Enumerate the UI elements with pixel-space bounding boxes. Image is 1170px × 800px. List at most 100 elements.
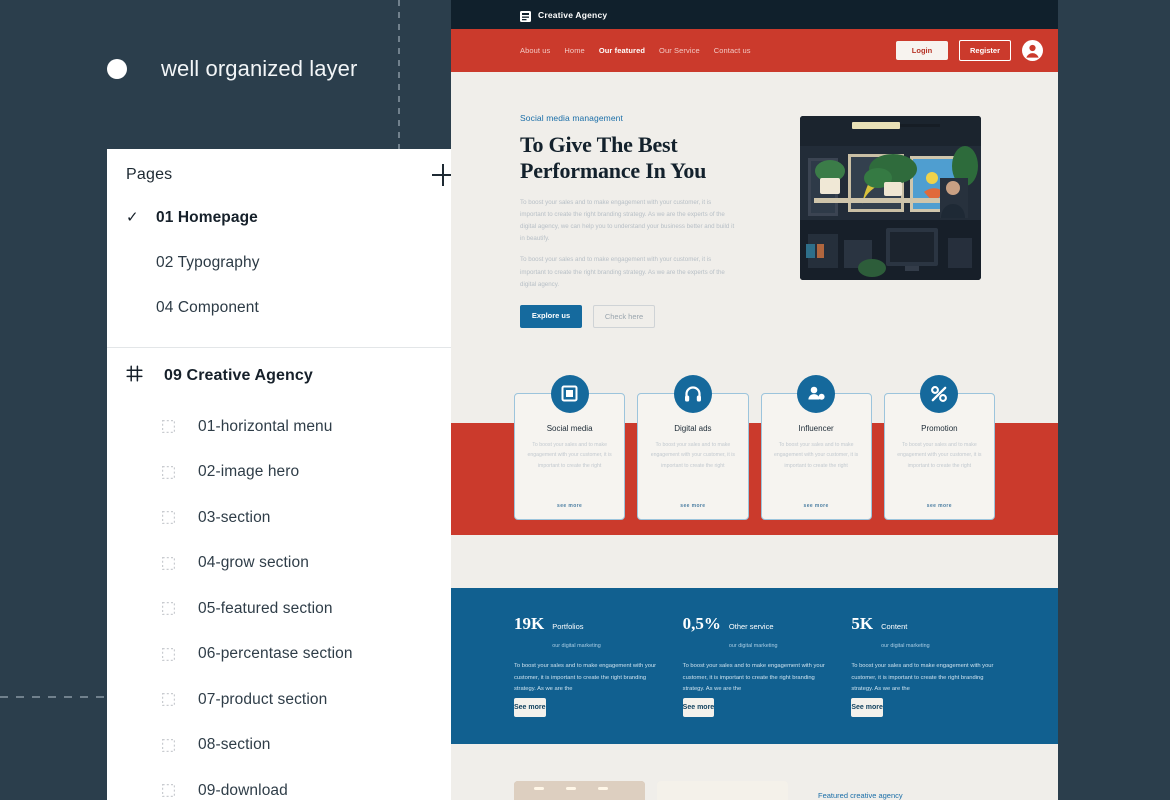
square-outline-icon (550, 374, 589, 413)
feature-card-link[interactable]: see more (762, 503, 871, 509)
horizontal-guide-line (0, 696, 110, 698)
page-item-component[interactable]: 04 Component (107, 285, 480, 330)
page-item-label: 04 Component (156, 298, 259, 316)
layer-item-05-featured-section[interactable]: 05-featured section (107, 586, 480, 632)
layer-item-09-download[interactable]: 09-download (107, 768, 480, 800)
feature-card-digital-ads[interactable]: Digital ads To boost your sales and to m… (637, 374, 749, 520)
stats-section: 19K Portfolios our digital marketing To … (451, 587, 1058, 745)
pages-header: Pages (107, 149, 480, 195)
layer-item-02-image-hero[interactable]: 02-image hero (107, 450, 480, 496)
page-item-typography[interactable]: 02 Typography (107, 240, 480, 285)
featured-agency-section: Featured creative agency We always motiv… (451, 744, 1058, 800)
headphones-icon (673, 374, 712, 413)
frame-icon (162, 738, 198, 752)
stat-header: 0,5% Other service our digital marketing (683, 615, 827, 652)
feature-card-desc: To boost your sales and to make engageme… (897, 441, 982, 469)
interior-room-photo (514, 781, 645, 800)
stat-sub: our digital marketing (881, 642, 930, 649)
nav-item-our-featured[interactable]: Our featured (599, 46, 645, 55)
stat-header: 19K Portfolios our digital marketing (514, 615, 658, 652)
stat-number: 19K (514, 613, 545, 633)
user-avatar-icon[interactable] (1022, 40, 1043, 61)
nav-links: About us Home Our featured Our Service C… (520, 46, 751, 55)
see-more-button[interactable]: See more (514, 698, 546, 718)
page-item-label: 02 Typography (156, 253, 260, 271)
nav-item-about-us[interactable]: About us (520, 46, 550, 55)
feature-card-desc: To boost your sales and to make engageme… (774, 441, 859, 469)
hash-frame-icon (126, 365, 164, 387)
percent-icon (920, 374, 959, 413)
frame-icon (162, 511, 198, 525)
frame-icon (162, 420, 198, 434)
feature-card-desc: To boost your sales and to make engageme… (527, 441, 612, 469)
page-item-homepage[interactable]: ✓ 01 Homepage (107, 195, 480, 240)
feature-card-link[interactable]: see more (885, 503, 994, 509)
nav-actions: Login Register (896, 40, 1043, 61)
feature-card-promotion[interactable]: Promotion To boost your sales and to mak… (883, 374, 995, 520)
canvas: well organized layer Pages ✓ 01 Homepage… (0, 0, 1170, 800)
feature-card-title: Social media (546, 423, 593, 433)
feature-card-title: Digital ads (674, 423, 712, 433)
layer-item-label: 05-featured section (198, 599, 333, 617)
feature-card-influencer[interactable]: Influencer To boost your sales and to ma… (760, 374, 872, 520)
stat-number: 5K (851, 613, 874, 633)
agency-logo-icon (520, 9, 531, 22)
hero-eyebrow: Social media management (520, 113, 623, 123)
layer-item-07-product-section[interactable]: 07-product section (107, 677, 480, 723)
stat-labels: Portfolios our digital marketing (552, 615, 601, 652)
feature-card-title: Influencer (798, 423, 834, 433)
see-more-button[interactable]: See more (851, 698, 883, 718)
feature-card-social-media[interactable]: Social media To boost your sales and to … (514, 374, 626, 520)
layer-item-label: 08-section (198, 736, 271, 754)
stat-portfolios: 19K Portfolios our digital marketing To … (514, 615, 658, 718)
featured-eyebrow: Featured creative agency (818, 791, 903, 800)
stat-description: To boost your sales and to make engageme… (682, 662, 825, 693)
register-button[interactable]: Register (959, 40, 1011, 61)
hero-text-block: Social media management To Give The Best… (520, 113, 780, 328)
frame-icon (162, 602, 198, 616)
check-here-button[interactable]: Check here (593, 304, 655, 328)
frame-icon (162, 465, 198, 479)
stat-content: 5K Content our digital marketing To boos… (851, 615, 995, 718)
stat-description: To boost your sales and to make engageme… (514, 662, 657, 693)
filled-circle-icon (107, 59, 127, 79)
layer-group-creative-agency[interactable]: 09 Creative Agency (107, 348, 480, 404)
brand-name: Creative Agency (538, 9, 608, 20)
stat-name: Other service (728, 621, 774, 631)
login-button[interactable]: Login (896, 41, 948, 60)
nav-item-contact-us[interactable]: Contact us (714, 46, 751, 55)
layer-group-label: 09 Creative Agency (164, 367, 313, 384)
pages-title: Pages (126, 166, 173, 183)
feature-card-link[interactable]: see more (638, 503, 747, 509)
pages-list: ✓ 01 Homepage 02 Typography 04 Component (107, 195, 480, 330)
frame-icon (162, 647, 198, 661)
frame-icon (162, 784, 198, 798)
nav-item-our-service[interactable]: Our Service (659, 46, 700, 55)
stat-sub: our digital marketing (728, 642, 778, 649)
layer-item-08-section[interactable]: 08-section (107, 723, 480, 769)
hero-title-line-2: Performance In You (520, 157, 707, 183)
caption: well organized layer (107, 56, 357, 82)
check-icon: ✓ (126, 209, 139, 226)
stat-description: To boost your sales and to make engageme… (851, 662, 994, 693)
stat-sub: our digital marketing (552, 642, 601, 649)
layer-item-04-grow-section[interactable]: 04-grow section (107, 541, 480, 587)
featured-agency-text: Featured creative agency We always motiv… (800, 781, 962, 800)
see-more-button[interactable]: See more (682, 698, 715, 718)
nav-item-home[interactable]: Home (564, 46, 584, 55)
hero-paragraph-1: To boost your sales and to make engageme… (520, 199, 735, 243)
stat-header: 5K Content our digital marketing (851, 615, 995, 652)
layer-item-06-percentase-section[interactable]: 06-percentase section (107, 632, 480, 678)
caption-label: well organized layer (161, 56, 358, 81)
feature-card-link[interactable]: see more (515, 503, 624, 509)
layer-item-03-section[interactable]: 03-section (107, 495, 480, 541)
layer-item-label: 07-product section (198, 690, 328, 708)
layer-item-01-horizontal-menu[interactable]: 01-horizontal menu (107, 404, 480, 450)
stat-other-service: 0,5% Other service our digital marketing… (682, 615, 827, 718)
feature-cards-section: Social media To boost your sales and to … (451, 374, 1058, 535)
layer-item-label: 02-image hero (198, 463, 300, 481)
framed-window-photo (657, 781, 788, 800)
explore-us-button[interactable]: Explore us (520, 304, 582, 328)
hero-paragraph-2: To boost your sales and to make engageme… (520, 256, 725, 288)
stat-name: Content (881, 621, 908, 631)
